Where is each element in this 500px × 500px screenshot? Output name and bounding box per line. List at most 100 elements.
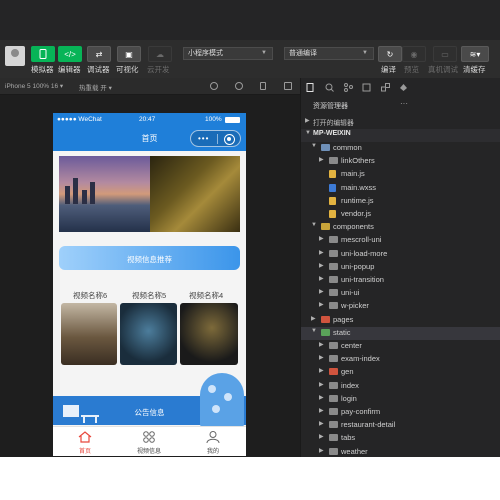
tree-folder[interactable]: ▶ exam-index xyxy=(301,353,500,366)
notice-illustration xyxy=(200,373,244,428)
tree-folder[interactable]: ▶ w-picker xyxy=(301,300,500,313)
video-thumbnail[interactable] xyxy=(120,303,177,365)
folder-icon xyxy=(329,342,338,349)
chevron-right-icon: ▶ xyxy=(319,302,324,309)
folder-icon xyxy=(321,144,330,151)
phone-outline-icon[interactable] xyxy=(260,82,266,90)
banner-carousel[interactable] xyxy=(59,156,240,232)
clear-cache-button[interactable]: ≋▾ xyxy=(461,46,489,62)
eye-icon: ◉ xyxy=(410,49,418,59)
rotate-icon[interactable] xyxy=(210,82,218,90)
tree-folder[interactable]: ▼ common xyxy=(301,142,500,155)
tree-folder[interactable]: ▶ uni-popup xyxy=(301,261,500,274)
tab-home-label: 首页 xyxy=(78,449,91,455)
folder-icon xyxy=(329,381,338,389)
status-bar: ●●●●● WeChat 20:47 100% xyxy=(53,113,246,126)
compile-button[interactable]: ↻ xyxy=(378,46,402,62)
capsule-menu[interactable]: ••• xyxy=(190,130,241,147)
video-thumbnail[interactable] xyxy=(180,303,238,365)
cloud-icon: ☁ xyxy=(156,49,164,59)
cloud-button[interactable]: ☁ xyxy=(148,46,172,62)
device-icon: ▭ xyxy=(441,49,449,59)
tree-folder[interactable]: ▶ linkOthers xyxy=(301,155,500,168)
popout-icon[interactable] xyxy=(284,82,292,90)
folder-icon xyxy=(329,276,338,283)
tree-folder[interactable]: ▶ uni-load-more xyxy=(301,248,500,261)
tree-item-label: w-picker xyxy=(341,301,369,311)
tab-video[interactable]: 视频信息 xyxy=(117,427,181,456)
debug-icon: ⇄ xyxy=(95,49,103,59)
tree-folder[interactable]: ▼ static xyxy=(301,326,500,340)
tree-folder[interactable]: ▶ restaurant-detail xyxy=(301,419,500,432)
simulator-button[interactable] xyxy=(31,46,55,62)
video-name: 视频名称5 xyxy=(132,291,167,300)
more-icon[interactable]: ••• xyxy=(198,134,209,143)
tree-folder[interactable]: ▶ gen xyxy=(301,366,500,379)
device-select[interactable]: iPhone 5 100% 16 ▾ xyxy=(5,82,63,90)
chevron-right-icon: ▶ xyxy=(311,315,316,322)
tree-folder[interactable]: ▶ index xyxy=(301,380,500,393)
debugger-button[interactable]: ⇄ xyxy=(87,46,111,62)
hot-reload-select[interactable]: 热重载 开 ▾ xyxy=(79,82,112,92)
tab-mine-label: 我的 xyxy=(206,449,219,455)
tree-folder[interactable]: ▶ uni-ui xyxy=(301,287,500,300)
avatar[interactable] xyxy=(5,46,25,66)
tree-item-label: exam-index xyxy=(341,354,380,364)
source-control-icon[interactable] xyxy=(344,83,353,92)
files-icon[interactable] xyxy=(306,83,315,92)
layers-icon: ≋▾ xyxy=(469,49,481,59)
compile-select[interactable]: 普通编译 ▼ xyxy=(284,47,374,60)
tree-file[interactable]: main.js xyxy=(301,168,500,181)
tree-file[interactable]: vendor.js xyxy=(301,208,500,221)
remote-debug-button[interactable]: ▭ xyxy=(433,46,457,62)
folder-icon xyxy=(321,223,330,231)
tree-item-label: index xyxy=(341,380,359,390)
tree-folder[interactable]: ▶ mescroll-uni xyxy=(301,234,500,247)
open-editors-section[interactable]: ▶ 打开的编辑器 xyxy=(301,116,500,129)
tree-item-label: login xyxy=(341,393,357,403)
visual-button[interactable]: ▣ xyxy=(117,46,141,62)
chevron-right-icon: ▶ xyxy=(319,236,324,243)
tree-item-label: center xyxy=(341,341,362,350)
search-icon[interactable] xyxy=(325,83,334,92)
extensions-icon[interactable] xyxy=(381,83,390,92)
tree-item-label: weather xyxy=(341,446,368,456)
css-file-icon xyxy=(329,183,336,192)
tree-folder[interactable]: ▼ components xyxy=(301,221,500,234)
chevron-down-icon: ▼ xyxy=(311,143,317,149)
clear-cache-label: 清缓存 xyxy=(463,65,486,74)
tab-home[interactable]: 首页 xyxy=(53,427,117,456)
battery-icon xyxy=(225,117,240,123)
decor-dot xyxy=(212,405,220,413)
close-mini-program-icon[interactable] xyxy=(224,133,235,145)
tree-folder[interactable]: ▶ pages xyxy=(301,314,500,327)
mode-select[interactable]: 小程序模式 ▼ xyxy=(183,47,273,60)
folder-icon xyxy=(329,434,338,442)
tab-bar: 首页 视频信息 我的 xyxy=(53,426,246,456)
js-file-icon xyxy=(329,196,336,205)
tree-folder[interactable]: ▶ login xyxy=(301,393,500,406)
video-thumbnail[interactable] xyxy=(61,303,117,365)
carrier: ●●●●● WeChat xyxy=(57,116,102,123)
record-icon[interactable] xyxy=(235,82,243,90)
tab-video-label: 视频信息 xyxy=(136,449,161,455)
more-icon[interactable]: ··· xyxy=(400,99,408,108)
code-icon: </> xyxy=(64,49,76,59)
editor-label: 编辑器 xyxy=(58,65,81,74)
tree-folder[interactable]: ▶ tabs xyxy=(301,432,500,445)
editor-button[interactable]: </> xyxy=(58,46,82,62)
project-section[interactable]: ▼ MP-WEIXIN xyxy=(301,129,500,142)
tab-mine[interactable]: 我的 xyxy=(181,427,245,456)
tree-folder[interactable]: ▶ pay-confirm xyxy=(301,406,500,419)
settings-icon[interactable] xyxy=(399,83,408,92)
building xyxy=(90,182,95,204)
tree-file[interactable]: runtime.js xyxy=(301,195,500,208)
tree-folder[interactable]: ▶ center xyxy=(301,340,500,353)
tree-item-label: uni-transition xyxy=(341,275,384,284)
preview-button[interactable]: ◉ xyxy=(402,46,426,62)
debug-icon[interactable] xyxy=(362,83,371,92)
tree-file[interactable]: main.wxss xyxy=(301,182,500,195)
layout-icon: ▣ xyxy=(125,49,133,59)
tree-item-label: common xyxy=(333,143,362,152)
tree-folder[interactable]: ▶ uni-transition xyxy=(301,274,500,287)
